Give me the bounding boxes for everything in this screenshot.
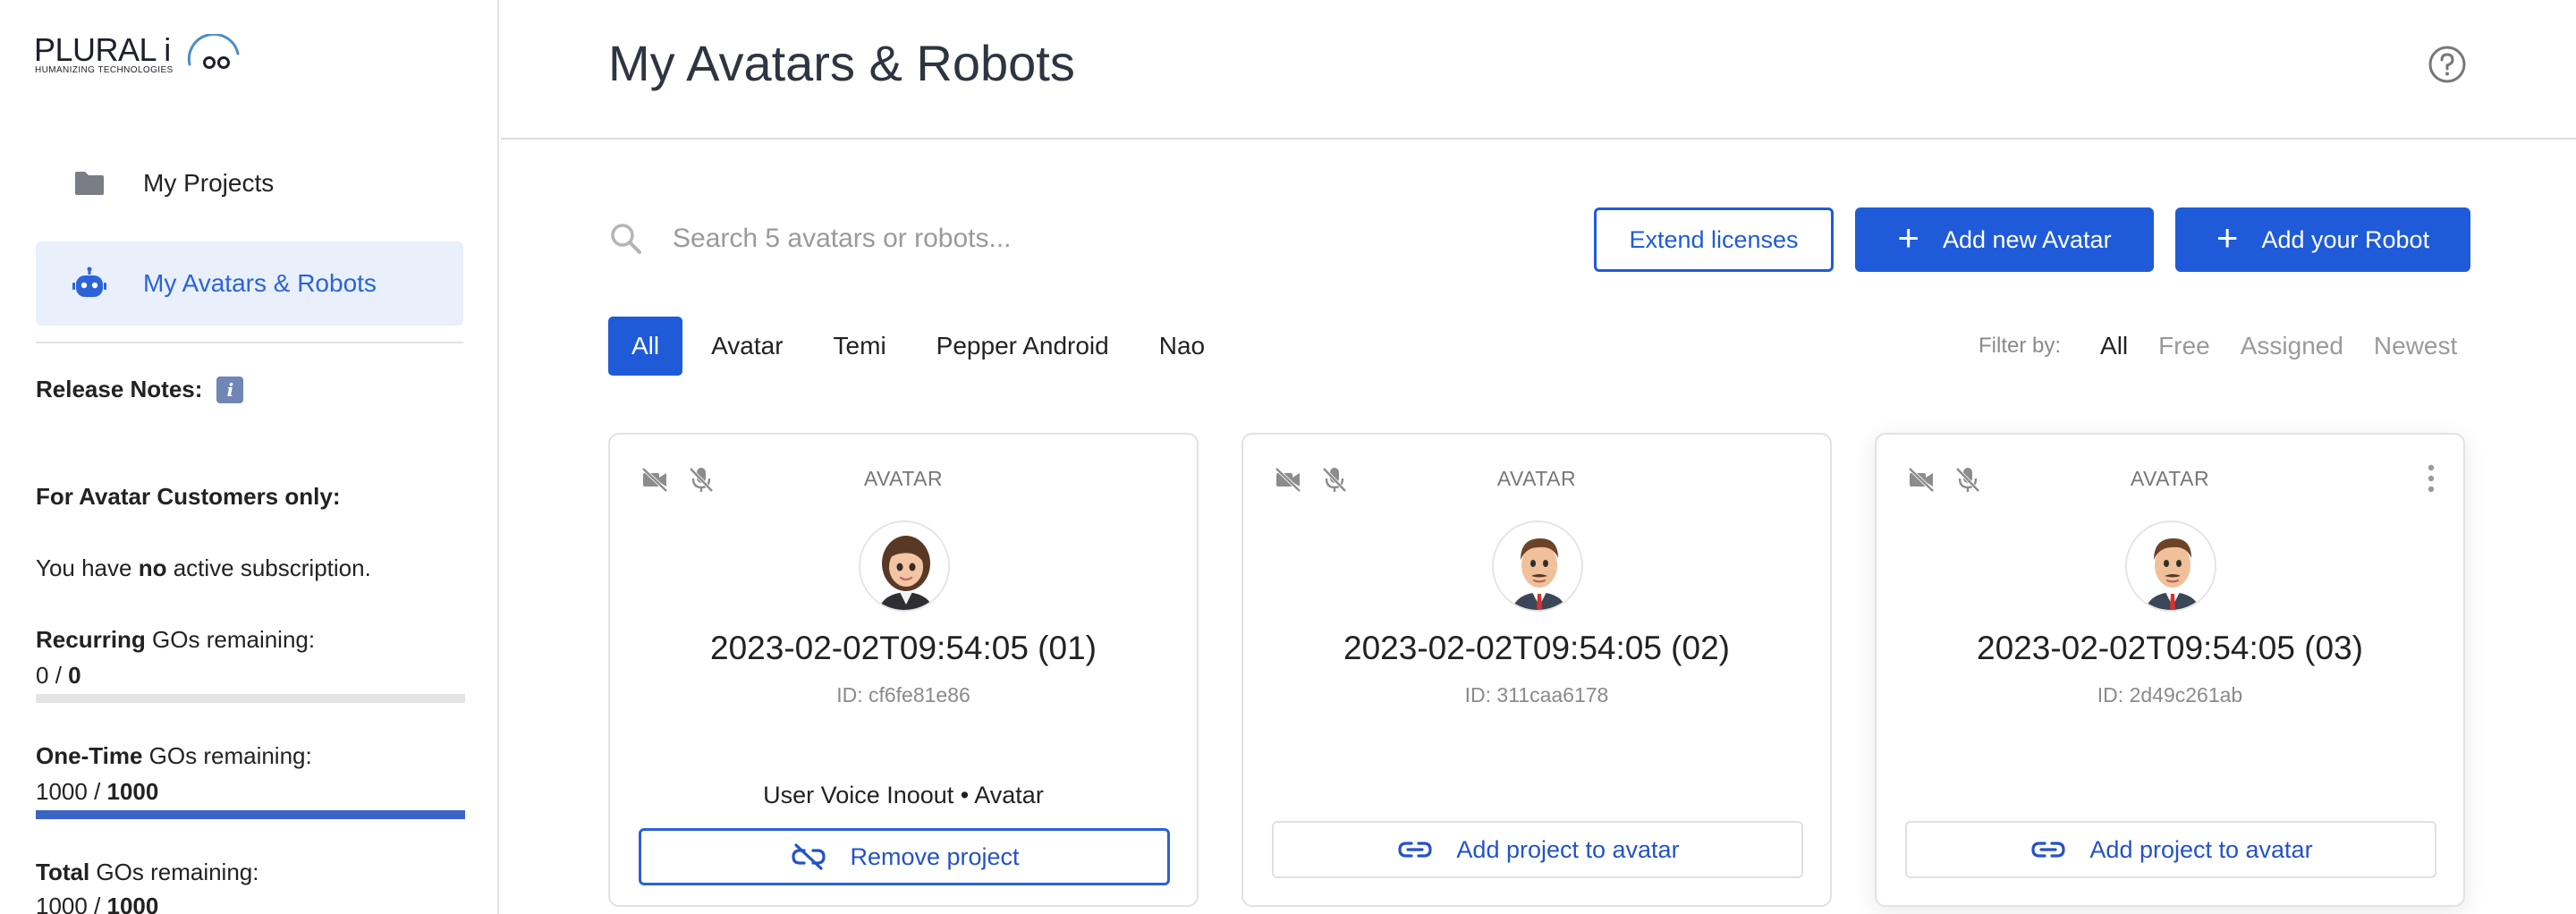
add-project-to-avatar-button[interactable]: Add project to avatar — [1905, 821, 2436, 878]
onetime-gos-label: One-Time GOs remaining: — [36, 742, 312, 769]
add-your-robot-label: Add your Robot — [2261, 225, 2430, 253]
filter-bar: Filter by: All Free Assigned Newest — [1979, 327, 2487, 365]
brand-wordmark: PLURAL i — [34, 31, 171, 68]
sidebar-divider — [36, 342, 463, 343]
add-project-label: Add project to avatar — [2089, 835, 2313, 863]
sidebar: PLURAL i HUMANIZING TECHNOLOGIES My Proj… — [0, 0, 499, 914]
avatar-id: ID: 311caa6178 — [1464, 683, 1609, 707]
release-notes-label: Release Notes: — [36, 376, 203, 402]
avatar-customers-heading: For Avatar Customers only: — [36, 483, 341, 510]
release-notes-info-icon[interactable]: i — [216, 376, 244, 403]
avatar-female-image — [859, 520, 950, 612]
filter-label: Filter by: — [1979, 334, 2062, 358]
progress-fill — [36, 810, 465, 819]
assigned-project: User Voice Inoout • Avatar — [763, 782, 1044, 808]
recurring-gos-value: 0 / 0 — [36, 662, 81, 689]
sidebar-item-label: My Avatars & Robots — [143, 269, 377, 297]
avatar-name: 2023-02-02T09:54:05 (02) — [1343, 630, 1730, 666]
avatar-card[interactable]: AVATAR 2023-02-02T09:54:05 (01) ID: cf6f… — [608, 433, 1199, 907]
onetime-gos-progress — [36, 810, 465, 819]
tab-temi[interactable]: Temi — [809, 317, 911, 376]
onetime-gos-value: 1000 / 1000 — [36, 778, 159, 805]
subscription-status: You have no active subscription. — [36, 554, 371, 581]
add-your-robot-button[interactable]: + Add your Robot — [2175, 207, 2470, 272]
plus-icon: + — [2216, 216, 2239, 258]
card-type: AVATAR — [2130, 467, 2210, 490]
card-type: AVATAR — [1496, 467, 1577, 490]
search-input[interactable] — [673, 224, 1120, 254]
page-title: My Avatars & Robots — [608, 35, 1075, 91]
filter-option-assigned[interactable]: Assigned — [2241, 332, 2343, 360]
filter-option-newest[interactable]: Newest — [2374, 332, 2457, 360]
recurring-gos-label: Recurring GOs remaining: — [36, 626, 316, 653]
category-tabs: All Avatar Temi Pepper Android Nao — [608, 317, 1230, 376]
unlink-icon — [792, 843, 826, 870]
total-gos-value: 1000 / 1000 — [36, 893, 159, 914]
release-notes: Release Notes: i — [36, 376, 244, 403]
tab-pepper-android[interactable]: Pepper Android — [911, 317, 1134, 376]
tab-avatar[interactable]: Avatar — [686, 317, 808, 376]
avatar-male-image — [2125, 520, 2216, 612]
search-bar — [608, 207, 1145, 270]
avatar-id: ID: 2d49c261ab — [2097, 683, 2243, 707]
avatar-id: ID: cf6fe81e86 — [836, 683, 970, 707]
link-icon — [2031, 842, 2066, 858]
filter-option-all[interactable]: All — [2100, 332, 2128, 360]
avatar-card[interactable]: AVATAR 2023-02-02T09:54:05 (03) ID: 2d49… — [1875, 433, 2465, 907]
add-new-avatar-label: Add new Avatar — [1942, 225, 2112, 253]
card-type: AVATAR — [863, 467, 944, 490]
sidebar-item-label: My Projects — [143, 169, 275, 197]
brand-robot-face-icon — [187, 34, 240, 69]
page-header: My Avatars & Robots — [501, 0, 2576, 140]
robot-icon — [72, 266, 107, 301]
sidebar-item-my-projects[interactable]: My Projects — [36, 141, 463, 225]
filter-option-free[interactable]: Free — [2158, 332, 2210, 360]
tab-all[interactable]: All — [608, 317, 683, 376]
help-circle-icon[interactable] — [2428, 45, 2467, 84]
search-icon — [611, 224, 641, 254]
brand-logo[interactable]: PLURAL i HUMANIZING TECHNOLOGIES — [34, 31, 240, 79]
add-new-avatar-button[interactable]: + Add new Avatar — [1855, 207, 2154, 272]
avatar-card[interactable]: AVATAR 2023-02-02T09:54:05 (02) ID: 311c… — [1241, 433, 1832, 907]
remove-project-button[interactable]: Remove project — [639, 828, 1170, 885]
sidebar-item-my-avatars-robots[interactable]: My Avatars & Robots — [36, 241, 463, 326]
link-icon — [1398, 842, 1433, 858]
avatar-name: 2023-02-02T09:54:05 (01) — [710, 630, 1097, 666]
add-project-to-avatar-button[interactable]: Add project to avatar — [1272, 821, 1803, 878]
folder-icon — [72, 165, 107, 201]
extend-licenses-label: Extend licenses — [1629, 225, 1799, 253]
recurring-gos-progress — [36, 694, 465, 703]
more-vertical-icon[interactable] — [2426, 463, 2436, 494]
avatar-male-image — [1492, 520, 1583, 612]
tab-nao[interactable]: Nao — [1134, 317, 1230, 376]
extend-licenses-button[interactable]: Extend licenses — [1594, 207, 1834, 272]
add-project-label: Add project to avatar — [1456, 835, 1680, 863]
brand-tagline: HUMANIZING TECHNOLOGIES — [35, 65, 174, 75]
total-gos-label: Total GOs remaining: — [36, 859, 259, 885]
plus-icon: + — [1897, 216, 1919, 258]
remove-project-label: Remove project — [850, 842, 1020, 870]
avatar-name: 2023-02-02T09:54:05 (03) — [1977, 630, 2363, 666]
